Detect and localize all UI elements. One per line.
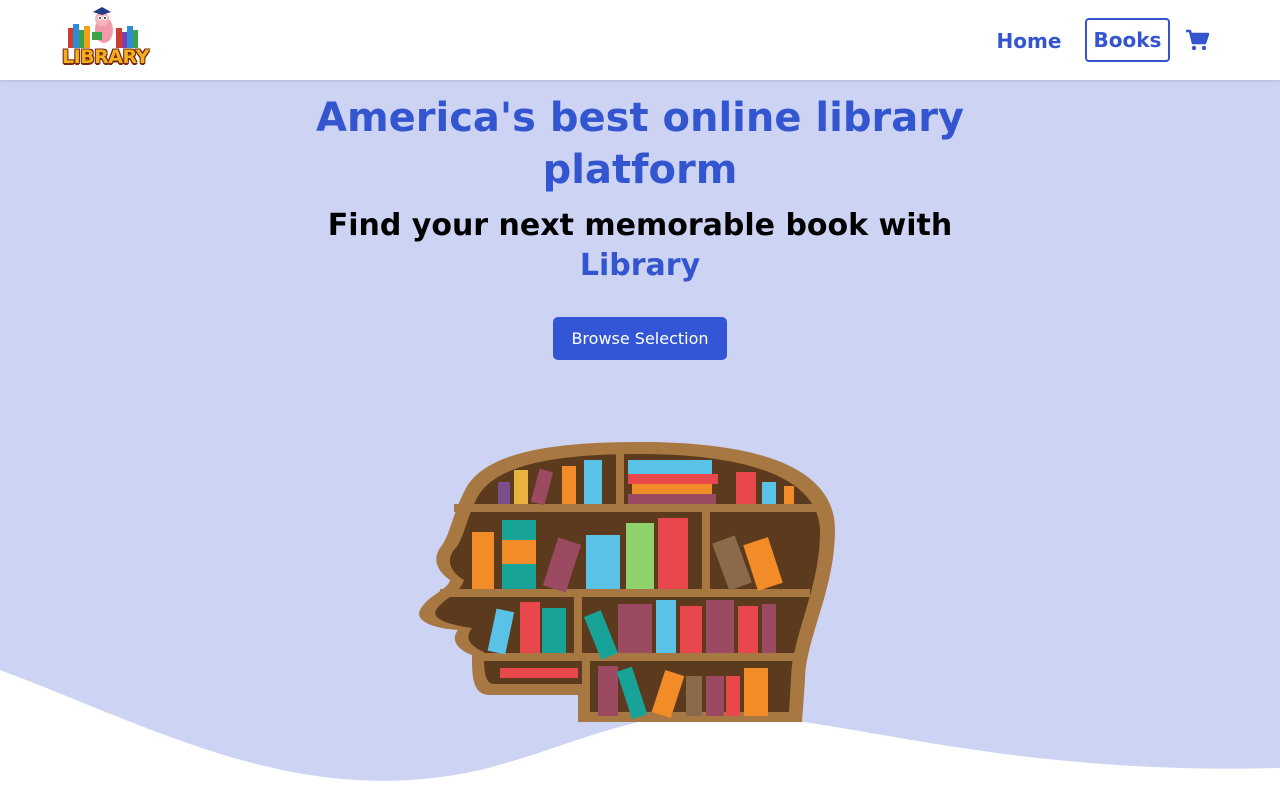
navbar: LIBRARY Home Books	[0, 0, 1280, 80]
hero-subtitle-text: Find your next memorable book with	[327, 208, 953, 243]
hero-subtitle: Find your next memorable book with Libra…	[240, 206, 1040, 286]
library-logo[interactable]: LIBRARY	[62, 6, 149, 72]
nav-books-link[interactable]: Books	[1085, 18, 1170, 62]
hero-brand-text: Library	[579, 248, 701, 283]
head-bookshelf-illustration	[419, 442, 835, 722]
browse-selection-button[interactable]: Browse Selection	[553, 317, 727, 360]
cart-icon[interactable]	[1185, 29, 1210, 51]
hero-title: America's best online library platform	[316, 95, 964, 193]
logo-text: LIBRARY	[62, 46, 149, 68]
nav-home-link[interactable]: Home	[990, 22, 1068, 60]
